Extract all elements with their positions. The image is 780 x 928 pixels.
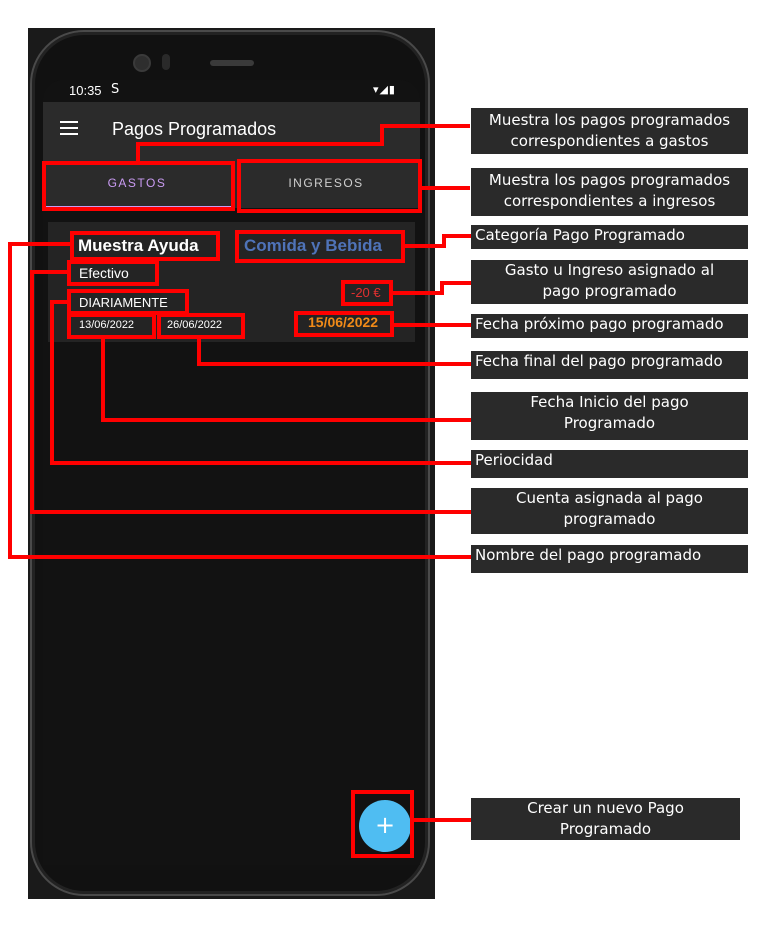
payment-name: Muestra Ayuda (78, 236, 199, 255)
annotation-ingresos: Muestra los pagos programados correspond… (471, 168, 748, 216)
scheduled-payment-card[interactable]: Muestra Ayuda Comida y Bebida Efectivo -… (48, 222, 415, 342)
speaker-grille (210, 60, 254, 66)
tab-gastos[interactable]: GASTOS (43, 158, 231, 208)
annotation-next-date: Fecha próximo pago programado (471, 314, 748, 338)
annotation-start-date: Fecha Inicio del pago Programado (471, 392, 748, 440)
annotation-category: Categoría Pago Programado (471, 225, 748, 249)
tab-bar: GASTOS INGRESOS (43, 158, 420, 208)
annotation-end-date: Fecha final del pago programado (471, 351, 748, 379)
tab-ingresos[interactable]: INGRESOS (232, 158, 420, 208)
annotation-amount: Gasto u Ingreso asignado al pago program… (471, 260, 748, 304)
annotation-fab: Crear un nuevo Pago Programado (471, 798, 740, 840)
page-title: Pagos Programados (112, 119, 277, 139)
status-bar: 10:35 S ▾◢▮ (43, 80, 420, 102)
sensor-icon (162, 54, 170, 70)
annotation-gastos: Muestra los pagos programados correspond… (471, 108, 748, 154)
sync-icon: S (111, 82, 120, 97)
payment-start-date: 13/06/2022 (79, 319, 135, 331)
payment-amount: -20 € (351, 285, 381, 300)
annotation-name: Nombre del pago programado (471, 545, 748, 573)
payment-periodicity: DIARIAMENTE (79, 295, 168, 310)
app-bar: Pagos Programados (43, 102, 420, 158)
add-payment-button[interactable]: + (359, 800, 411, 852)
camera-icon (133, 54, 151, 72)
payment-account: Efectivo (79, 265, 129, 281)
status-icons: ▾◢▮ (372, 83, 396, 96)
payment-category: Comida y Bebida (244, 236, 382, 255)
phone-screen: 10:35 S ▾◢▮ Pagos Programados GASTOS ING… (43, 80, 420, 865)
payment-next-date: 15/06/2022 (308, 314, 379, 330)
annotation-account: Cuenta asignada al pago programado (471, 488, 748, 534)
payment-end-date: 26/06/2022 (167, 319, 223, 331)
hamburger-menu-icon[interactable] (60, 121, 78, 135)
annotation-periodicity: Periocidad (471, 450, 748, 478)
status-time: 10:35 (69, 83, 102, 98)
